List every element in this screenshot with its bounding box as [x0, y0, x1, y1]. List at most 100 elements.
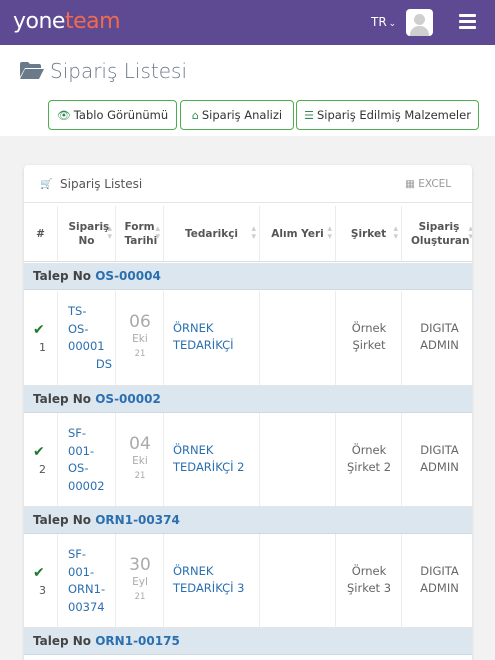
avatar-body	[410, 26, 429, 36]
date-month: Eki	[132, 333, 148, 345]
group-row: Talep No OS-00004	[24, 263, 472, 290]
order-line: 001-	[68, 443, 95, 458]
order-no-cell[interactable]: TS- OS- 00001 DS	[58, 291, 116, 385]
num-cell: ✔ 3	[24, 534, 58, 627]
order-no-link[interactable]: SF- 001- ORN1- 00374	[68, 546, 112, 616]
col-header-num: #	[24, 206, 58, 261]
table-row[interactable]: ✔ 3 SF- 001- ORN1- 00374 30 Eyl 21 ÖRNEK TEDARİ…	[24, 534, 472, 628]
folder-open-icon	[20, 62, 44, 79]
supplier-link[interactable]: ÖRNEK TEDARİKÇİ 2	[173, 442, 245, 476]
date-year: 21	[134, 349, 146, 359]
table-header-row: # Sipariş No ▴ ▾ Form Tarihi ▴ ▾ Tedarikçi ▴ ▾…	[24, 206, 472, 262]
ordered-materials-button[interactable]: ☰ Sipariş Edilmiş Malzemeler	[296, 100, 479, 130]
col-header-buy-place[interactable]: Alım Yeri ▴ ▾	[260, 206, 336, 261]
logo-text-2: team	[64, 9, 121, 34]
supplier-cell[interactable]: ÖRNEK TEDARİKÇİ 3	[164, 534, 260, 627]
order-no-link[interactable]: SF- 001- OS- 00002	[68, 425, 112, 495]
creator-line: ADMIN	[420, 338, 459, 352]
app-logo[interactable]: yoneteam	[13, 9, 121, 34]
col-header-company-text: Şirket	[350, 227, 387, 240]
date-year: 21	[134, 471, 146, 481]
table-icon: ▦	[405, 178, 415, 190]
order-line: 00001	[68, 339, 105, 353]
supplier-line: ÖRNEK	[173, 321, 214, 335]
buy-place-cell	[260, 291, 336, 385]
supplier-cell[interactable]: ÖRNEK TEDARİKÇİ 2	[164, 413, 260, 506]
col-header-form-date-text: Form Tarihi	[124, 220, 158, 247]
order-line: ORN1-	[68, 582, 106, 596]
order-analysis-button[interactable]: ⌂ Sipariş Analizi	[180, 100, 294, 130]
order-no-cell[interactable]: SF- 001- OS- 00002	[58, 413, 116, 506]
table-row[interactable]: ✔ 2 SF- 001- OS- 00002 04 Eki 21 ÖRNEK TEDARİKÇ…	[24, 413, 472, 507]
panel-title: Sipariş Listesi	[60, 177, 143, 191]
col-header-company[interactable]: Şirket ▴ ▾	[336, 206, 402, 261]
col-header-created-by[interactable]: Sipariş Oluşturan ▴ ▾	[402, 206, 472, 261]
creator-line: ADMIN	[420, 581, 459, 595]
order-suffix: DS	[95, 356, 112, 371]
check-icon: ✔	[33, 565, 45, 581]
list-icon: ☰	[304, 108, 314, 122]
supplier-link[interactable]: ÖRNEK TEDARİKÇİ 3	[173, 563, 245, 597]
col-header-order-no-text: Sipariş No	[68, 220, 110, 247]
order-analysis-label: Sipariş Analizi	[201, 108, 283, 122]
language-label: TR	[371, 15, 387, 29]
company-line: Örnek	[351, 443, 387, 457]
excel-export-button[interactable]: ▦ EXCEL	[405, 178, 451, 190]
sort-icon: ▴ ▾	[393, 224, 398, 242]
group-row: Talep No ORN1-00374	[24, 507, 472, 534]
sort-icon: ▴ ▾	[468, 224, 472, 242]
row-index: 1	[39, 341, 46, 354]
creator-line: DIGITA	[420, 564, 459, 578]
date-day: 06	[129, 312, 151, 332]
row-index: 2	[39, 463, 46, 476]
col-header-created-by-text: Sipariş Oluşturan	[411, 220, 470, 247]
buy-place-cell	[260, 534, 336, 627]
supplier-link[interactable]: ÖRNEK TEDARİKÇİ	[173, 320, 234, 354]
page-title-text: Sipariş Listesi	[50, 59, 188, 83]
avatar-head	[414, 14, 425, 25]
buy-place-cell	[260, 413, 336, 506]
date-day: 30	[129, 555, 151, 575]
col-header-supplier-text: Tedarikçi	[184, 227, 239, 240]
group-code-link[interactable]: ORN1-00374	[95, 513, 180, 527]
company-line: Şirket 2	[346, 460, 392, 474]
sort-icon: ▴ ▾	[107, 224, 112, 242]
company-line: Şirket	[352, 338, 386, 352]
created-by-cell: DIGITA ADMIN	[402, 413, 472, 506]
order-line: 001-	[68, 564, 95, 579]
order-no-link[interactable]: TS- OS- 00001 DS	[68, 303, 112, 373]
row-index: 3	[39, 584, 46, 597]
page-title: Sipariş Listesi	[20, 59, 187, 83]
user-avatar[interactable]	[406, 9, 433, 36]
excel-label: EXCEL	[418, 178, 452, 190]
top-navbar: yoneteam TR ⌄	[0, 0, 495, 45]
home-icon: ⌂	[191, 108, 199, 122]
order-line: TS-	[68, 304, 87, 318]
order-line: SF-	[68, 547, 87, 561]
form-date-cell: 04 Eki 21	[116, 413, 164, 506]
order-no-cell[interactable]: SF- 001- ORN1- 00374	[58, 534, 116, 627]
page-header: Sipariş Listesi 👁 Tablo Görünümü ⌂ Sipariş…	[0, 45, 495, 136]
check-icon: ✔	[33, 322, 45, 338]
group-code-link[interactable]: OS-00004	[95, 269, 161, 283]
table-view-label: Tablo Görünümü	[73, 108, 169, 122]
order-list-panel: 🛒 Sipariş Listesi ▦ EXCEL # Sipariş No ▴ ▾…	[24, 165, 472, 660]
col-header-form-date[interactable]: Form Tarihi ▴ ▾	[116, 206, 164, 261]
supplier-line: ÖRNEK	[173, 443, 214, 457]
order-line: OS-	[68, 321, 89, 336]
check-icon: ✔	[33, 444, 45, 460]
col-header-order-no[interactable]: Sipariş No ▴ ▾	[58, 206, 116, 261]
table-row[interactable]: ✔ 1 TS- OS- 00001 DS 06 Eki 21 ÖRNEK TEDARİKÇİ …	[24, 291, 472, 386]
supplier-cell[interactable]: ÖRNEK TEDARİKÇİ	[164, 291, 260, 385]
group-code-link[interactable]: ORN1-00175	[95, 634, 180, 648]
chevron-down-icon: ⌄	[388, 19, 397, 29]
group-row: Talep No ORN1-00175	[24, 628, 472, 655]
group-code-link[interactable]: OS-00002	[95, 392, 161, 406]
language-selector[interactable]: TR ⌄	[371, 15, 396, 29]
group-label: Talep No	[33, 269, 92, 283]
creator-line: DIGITA	[420, 443, 459, 457]
col-header-supplier[interactable]: Tedarikçi ▴ ▾	[164, 206, 260, 261]
table-view-button[interactable]: 👁 Tablo Görünümü	[48, 100, 177, 130]
order-line: 00002	[68, 478, 105, 493]
menu-icon[interactable]	[459, 14, 476, 29]
